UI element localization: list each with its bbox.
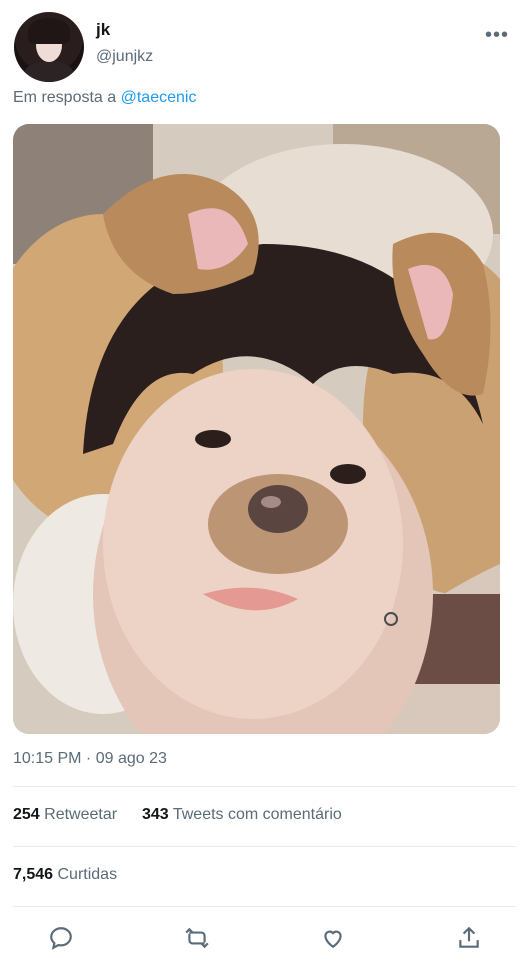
like-button[interactable] xyxy=(313,918,353,958)
likes-stat[interactable]: 7,546 Curtidas xyxy=(13,866,117,884)
reply-context: Em resposta a @taecenic xyxy=(13,89,196,107)
quote-label: Tweets com comentário xyxy=(172,806,342,823)
retweets-label: Retweetar xyxy=(44,806,118,823)
retweet-quote-stats: 254 Retweetar 343 Tweets com comentário xyxy=(13,806,342,824)
author-handle[interactable]: @junjkz xyxy=(96,48,153,66)
more-options-icon[interactable]: ••• xyxy=(485,24,509,47)
reply-mention-link[interactable]: @taecenic xyxy=(121,89,197,106)
divider xyxy=(13,786,516,787)
share-icon xyxy=(459,926,479,948)
reply-icon xyxy=(50,927,72,950)
likes-count: 7,546 xyxy=(13,866,54,883)
retweets-count: 254 xyxy=(13,806,40,823)
quotes-stat[interactable]: 343 Tweets com comentário xyxy=(142,806,342,823)
retweet-icon xyxy=(185,927,209,949)
likes-label: Curtidas xyxy=(57,866,118,883)
tweet-header: jk @junjkz ••• xyxy=(12,10,517,84)
retweet-button[interactable] xyxy=(177,918,217,958)
reply-button[interactable] xyxy=(41,918,81,958)
quote-count: 343 xyxy=(141,806,169,823)
tweet-photo[interactable] xyxy=(13,124,500,734)
divider xyxy=(13,846,516,847)
retweets-stat[interactable]: 254 Retweetar xyxy=(13,806,122,823)
divider xyxy=(13,906,516,907)
heart-icon xyxy=(324,930,342,948)
tweet-timestamp[interactable]: 10:15 PM · 09 ago 23 xyxy=(13,750,167,768)
share-button[interactable] xyxy=(449,918,489,958)
reply-prefix: Em resposta a xyxy=(13,89,117,106)
tweet-actions xyxy=(13,918,516,960)
avatar[interactable] xyxy=(14,12,84,82)
author-name[interactable]: jk xyxy=(96,20,110,40)
